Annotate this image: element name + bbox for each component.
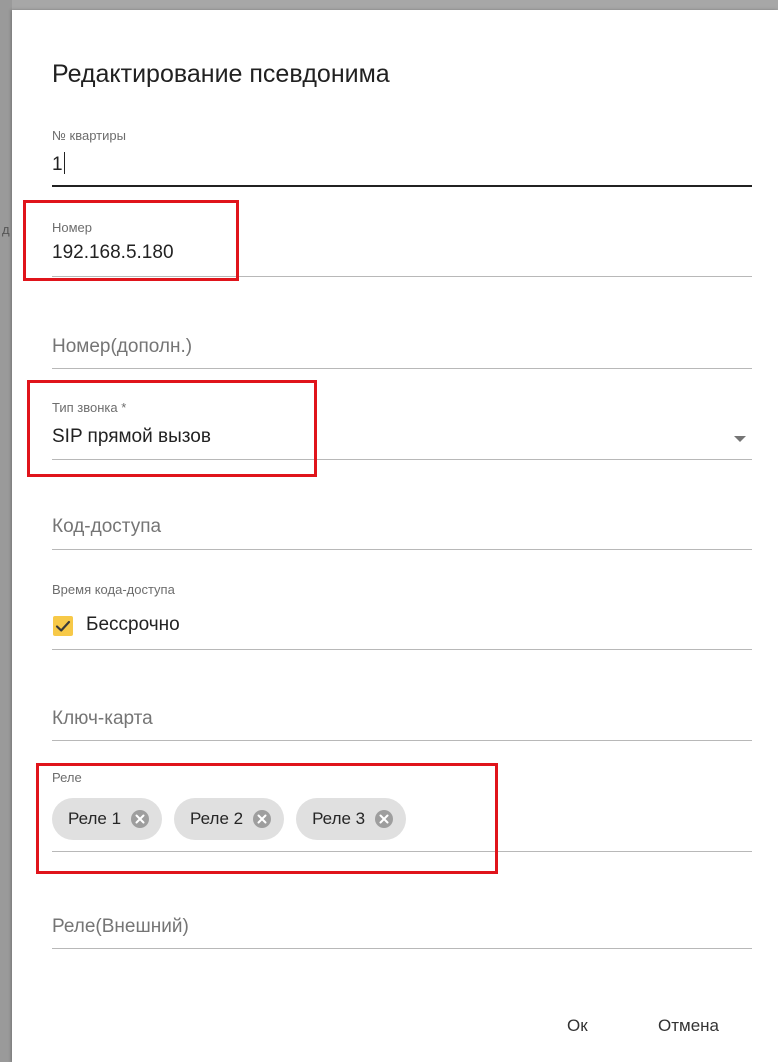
number-extra-underline xyxy=(52,368,752,369)
backdrop-strip xyxy=(0,0,12,1062)
apartment-underline xyxy=(52,185,752,187)
number-label: Номер xyxy=(52,220,93,235)
cancel-button[interactable]: Отмена xyxy=(648,1010,729,1042)
key-card-input[interactable]: Ключ-карта xyxy=(52,708,153,730)
text-caret xyxy=(63,152,65,174)
check-icon xyxy=(55,620,71,632)
relay-external-underline xyxy=(52,948,752,949)
backdrop-top xyxy=(0,0,778,10)
ok-button[interactable]: Ок xyxy=(557,1010,598,1042)
access-code-time-label: Время кода-доступа xyxy=(52,582,175,597)
relay-underline xyxy=(52,851,752,852)
relay-chip[interactable]: Реле 1 xyxy=(52,798,163,840)
apartment-input[interactable]: 1 xyxy=(52,152,65,176)
relay-external-input[interactable]: Реле(Внешний) xyxy=(52,916,189,938)
number-field[interactable]: Номер 192.168.5.180 xyxy=(52,218,752,278)
apartment-value: 1 xyxy=(52,154,63,175)
relay-chip-list: Реле 1 Реле 2 Реле 3 xyxy=(52,798,407,840)
access-code-time-field: Время кода-доступа Бессрочно xyxy=(52,582,752,652)
call-type-underline xyxy=(52,459,752,460)
access-code-time-underline xyxy=(52,649,752,650)
key-card-underline xyxy=(52,740,752,741)
call-type-value[interactable]: SIP прямой вызов xyxy=(52,426,211,448)
chevron-down-icon[interactable] xyxy=(734,436,746,442)
remove-chip-icon[interactable] xyxy=(374,809,394,829)
unlimited-checkbox[interactable] xyxy=(53,616,73,636)
relay-chip-label: Реле 3 xyxy=(312,809,366,828)
relay-chip[interactable]: Реле 3 xyxy=(296,798,407,840)
number-input[interactable]: 192.168.5.180 xyxy=(52,242,174,264)
access-code-input[interactable]: Код-доступа xyxy=(52,516,161,538)
access-code-field[interactable]: Код-доступа xyxy=(52,490,752,552)
remove-chip-icon[interactable] xyxy=(252,809,272,829)
relay-chip-label: Реле 1 xyxy=(68,809,122,828)
unlimited-label[interactable]: Бессрочно xyxy=(86,614,180,636)
background-partial-text: д xyxy=(2,222,10,237)
number-extra-field[interactable]: Номер(дополн.) xyxy=(52,310,752,370)
edit-alias-dialog: Редактирование псевдонима № квартиры 1 Н… xyxy=(12,10,778,1062)
call-type-select[interactable]: Тип звонка * SIP прямой вызов xyxy=(52,398,752,460)
relay-chip[interactable]: Реле 2 xyxy=(174,798,285,840)
relay-label: Реле xyxy=(52,770,82,785)
dialog-title: Редактирование псевдонима xyxy=(52,60,390,88)
call-type-label: Тип звонка * xyxy=(52,400,127,415)
apartment-field[interactable]: № квартиры 1 xyxy=(52,128,752,188)
relay-field[interactable]: Реле Реле 1 Реле 2 Реле 3 xyxy=(52,770,752,854)
remove-chip-icon[interactable] xyxy=(130,809,150,829)
relay-external-field[interactable]: Реле(Внешний) xyxy=(52,890,752,952)
relay-chip-label: Реле 2 xyxy=(190,809,244,828)
key-card-field[interactable]: Ключ-карта xyxy=(52,682,752,744)
apartment-label: № квартиры xyxy=(52,128,126,143)
number-underline xyxy=(52,276,752,277)
access-code-underline xyxy=(52,549,752,550)
number-extra-input[interactable]: Номер(дополн.) xyxy=(52,336,192,358)
